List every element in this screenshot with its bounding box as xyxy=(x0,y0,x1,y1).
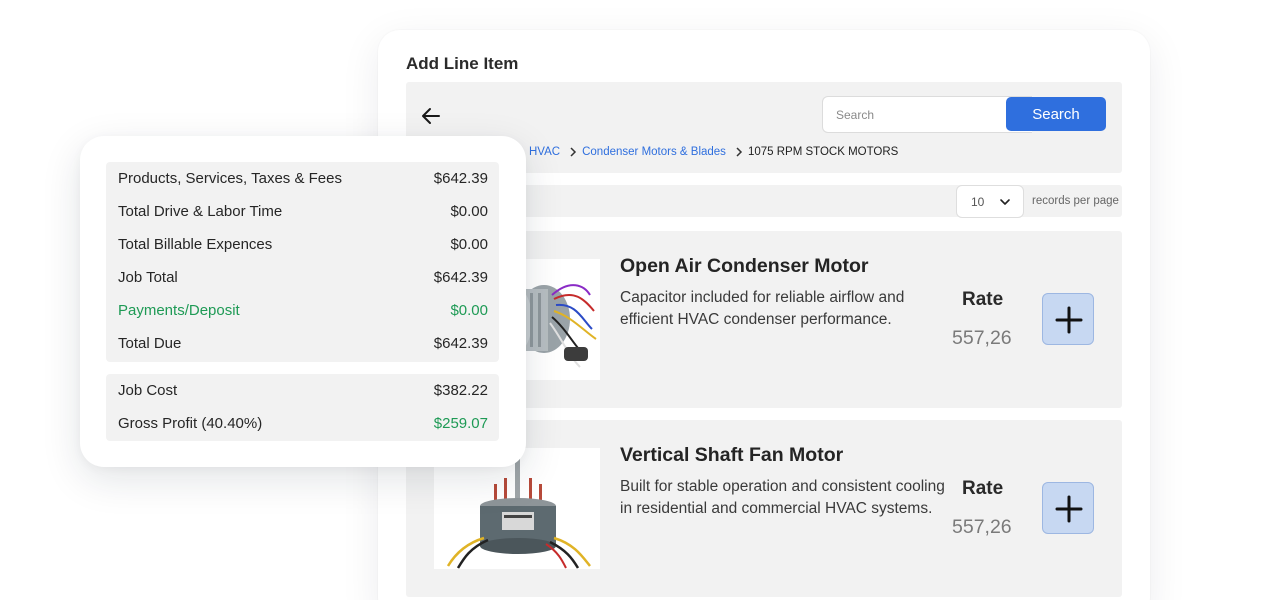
plus-icon xyxy=(1055,495,1083,523)
product-description: Built for stable operation and consisten… xyxy=(620,478,945,517)
records-per-page-value: 10 xyxy=(971,195,985,209)
rate-value: 557,26 xyxy=(952,516,1012,538)
summary-value: $259.07 xyxy=(433,415,488,432)
profit-block: Job Cost $382.22 Gross Profit (40.40%) $… xyxy=(106,374,499,441)
summary-row: Total Drive & Labor Time $0.00 xyxy=(118,195,488,228)
rate-value: 557,26 xyxy=(952,327,1012,349)
plus-icon xyxy=(1055,306,1083,334)
summary-row: Gross Profit (40.40%) $259.07 xyxy=(118,407,488,440)
search-input[interactable] xyxy=(822,96,1032,133)
breadcrumb: HVAC Condenser Motors & Blades 1075 RPM … xyxy=(516,146,898,158)
summary-row: Total Billable Expences $0.00 xyxy=(118,228,488,261)
rate-label: Rate xyxy=(962,289,1004,310)
back-button[interactable] xyxy=(420,105,442,127)
summary-value: $0.00 xyxy=(450,302,488,319)
records-per-page-select[interactable]: 10 xyxy=(956,185,1024,218)
chevron-right-icon xyxy=(570,147,577,157)
search-button[interactable]: Search xyxy=(1006,97,1106,131)
summary-value: $642.39 xyxy=(433,269,488,286)
breadcrumb-link-condenser-motors[interactable]: Condenser Motors & Blades xyxy=(582,146,726,158)
records-per-page-label: records per page xyxy=(1032,195,1119,207)
summary-label: Products, Services, Taxes & Fees xyxy=(118,170,342,187)
product-name: Open Air Condenser Motor xyxy=(620,255,869,277)
summary-value: $0.00 xyxy=(450,236,488,253)
rate-label: Rate xyxy=(962,478,1004,499)
totals-block: Products, Services, Taxes & Fees $642.39… xyxy=(106,162,499,362)
summary-label: Total Billable Expences xyxy=(118,236,273,253)
product-description: Capacitor included for reliable airflow … xyxy=(620,289,905,328)
add-item-button[interactable] xyxy=(1042,482,1094,534)
summary-row: Products, Services, Taxes & Fees $642.39 xyxy=(118,162,488,195)
chevron-right-icon xyxy=(736,147,742,157)
summary-label: Total Due xyxy=(118,335,182,352)
breadcrumb-current: 1075 RPM STOCK MOTORS xyxy=(747,146,899,158)
summary-label: Job Total xyxy=(118,269,178,286)
summary-value: $642.39 xyxy=(433,170,488,187)
summary-value: $382.22 xyxy=(433,382,488,399)
summary-row: Job Total $642.39 xyxy=(118,261,488,294)
summary-label: Payments/Deposit xyxy=(118,302,240,319)
arrow-left-icon xyxy=(422,108,440,124)
chevron-down-icon xyxy=(1000,199,1010,205)
summary-row: Total Due $642.39 xyxy=(118,327,488,360)
summary-value: $642.39 xyxy=(433,335,488,352)
summary-label: Job Cost xyxy=(118,382,178,399)
job-summary-panel: Products, Services, Taxes & Fees $642.39… xyxy=(80,136,526,467)
dialog-title: Add Line Item xyxy=(406,54,519,73)
summary-row: Payments/Deposit $0.00 xyxy=(118,294,488,327)
summary-row: Job Cost $382.22 xyxy=(118,374,488,407)
add-item-button[interactable] xyxy=(1042,293,1094,345)
summary-label: Gross Profit (40.40%) xyxy=(118,415,263,432)
breadcrumb-link-hvac[interactable]: HVAC xyxy=(529,146,560,158)
product-name: Vertical Shaft Fan Motor xyxy=(620,444,844,466)
summary-value: $0.00 xyxy=(450,203,488,220)
summary-label: Total Drive & Labor Time xyxy=(118,203,283,220)
